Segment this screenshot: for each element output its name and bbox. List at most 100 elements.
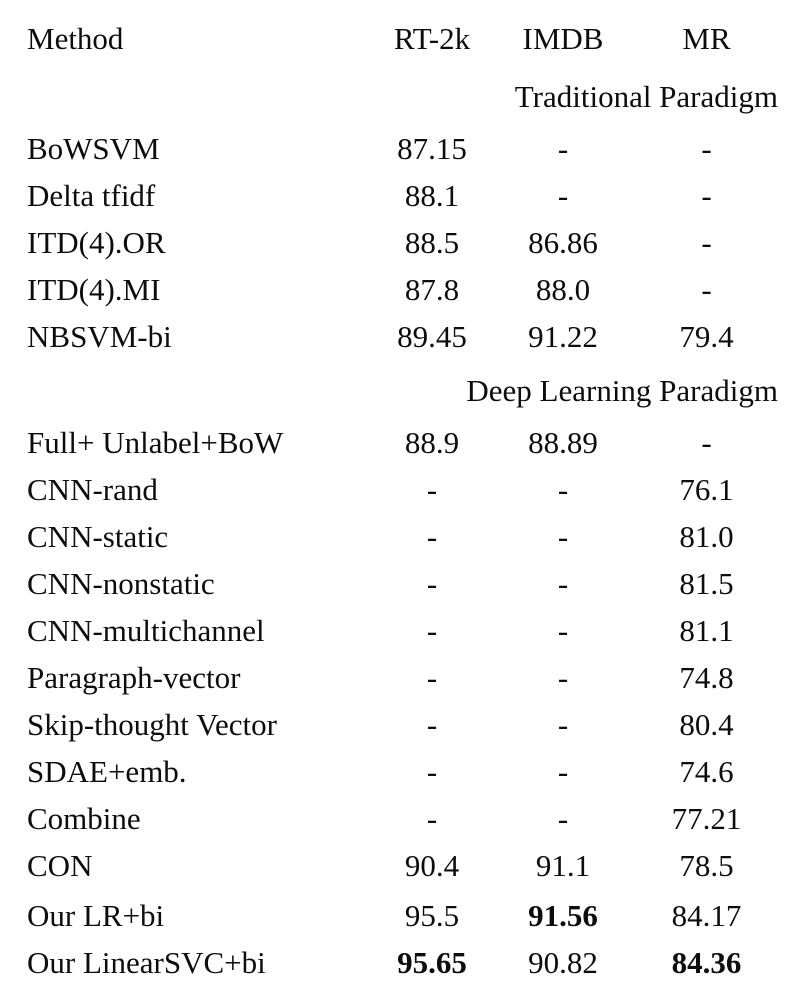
cell-rt2k: -: [371, 605, 493, 652]
section-caption: Traditional Paradigm: [514, 79, 778, 114]
cell-mr: 74.6: [633, 746, 780, 793]
cell-imdb: -: [493, 605, 633, 652]
missing-value: -: [701, 272, 712, 307]
cell-mr: 84.36: [633, 937, 780, 984]
cell-mr: 80.4: [633, 699, 780, 746]
metric-value: 91.22: [528, 319, 598, 354]
cell-rt2k: -: [371, 652, 493, 699]
metric-value: 88.1: [404, 178, 460, 213]
missing-value: -: [557, 178, 569, 213]
metric-value: 81.1: [679, 613, 734, 648]
table-row: CNN-static - - 81.0: [5, 511, 780, 558]
metric-value: 84.17: [671, 898, 742, 933]
table-row: ITD(4).OR 88.5 86.86 -: [5, 217, 780, 264]
cell-mr: 81.1: [633, 605, 780, 652]
missing-value: -: [557, 566, 569, 601]
metric-value: 81.5: [679, 566, 734, 601]
cell-method: NBSVM-bi: [27, 319, 172, 354]
cell-method: Paragraph-vector: [27, 660, 241, 695]
cell-mr: 79.4: [633, 311, 780, 358]
table-row: CNN-multichannel - - 81.1: [5, 605, 780, 652]
cell-imdb: -: [493, 746, 633, 793]
cell-rt2k: 95.65: [371, 937, 493, 984]
cell-rt2k: -: [371, 793, 493, 840]
cell-mr: 81.0: [633, 511, 780, 558]
column-header-mr: MR: [682, 21, 731, 56]
cell-mr: -: [633, 120, 780, 170]
cell-imdb: -: [493, 699, 633, 746]
metric-value: 80.4: [679, 707, 734, 742]
table-row: CON 90.4 91.1 78.5: [5, 840, 780, 887]
cell-method: Full+ Unlabel+BoW: [27, 425, 284, 460]
cell-method: SDAE+emb.: [27, 754, 187, 789]
cell-mr: -: [633, 217, 780, 264]
table-row: ITD(4).MI 87.8 88.0 -: [5, 264, 780, 311]
cell-imdb: -: [493, 120, 633, 170]
cell-method: CNN-rand: [27, 472, 158, 507]
cell-method: ITD(4).OR: [27, 225, 166, 260]
metric-value: 84.36: [671, 945, 742, 980]
metric-value: 90.82: [528, 945, 598, 980]
table-row: BoWSVM 87.15 - -: [5, 120, 780, 170]
metric-value: 87.8: [404, 272, 460, 307]
cell-rt2k: 88.5: [371, 217, 493, 264]
cell-imdb: -: [493, 170, 633, 217]
section-header-row: Traditional Paradigm: [5, 64, 780, 120]
cell-mr: 78.5: [633, 840, 780, 887]
column-header-rt2k: RT-2k: [393, 21, 471, 56]
missing-value: -: [557, 660, 569, 695]
metric-value: 78.5: [679, 848, 734, 883]
table-row: NBSVM-bi 89.45 91.22 79.4: [5, 311, 780, 358]
missing-value: -: [701, 425, 712, 460]
table-header-row: Method RT-2k IMDB MR: [5, 8, 780, 64]
missing-value: -: [426, 707, 438, 742]
table-row: Combine - - 77.21: [5, 793, 780, 840]
cell-method: CNN-nonstatic: [27, 566, 215, 601]
metric-value: 95.65: [397, 945, 467, 980]
metric-value: 86.86: [528, 225, 598, 260]
metric-value: 74.6: [679, 754, 734, 789]
cell-imdb: 91.56: [493, 887, 633, 937]
table-row: Skip-thought Vector - - 80.4: [5, 699, 780, 746]
table-row: Our LR+bi 95.5 91.56 84.17: [5, 887, 780, 937]
metric-value: 74.8: [679, 660, 734, 695]
missing-value: -: [557, 754, 569, 789]
metric-value: 76.1: [679, 472, 734, 507]
results-table: Method RT-2k IMDB MR Traditional Paradigm BoW…: [5, 8, 780, 984]
missing-value: -: [557, 472, 569, 507]
cell-rt2k: -: [371, 746, 493, 793]
missing-value: -: [426, 472, 438, 507]
cell-method: ITD(4).MI: [27, 272, 161, 307]
cell-method: CON: [27, 848, 93, 883]
section-spacer: [5, 64, 371, 120]
section-spacer: [5, 358, 371, 414]
missing-value: -: [426, 754, 438, 789]
section-caption: Deep Learning Paradigm: [466, 373, 778, 408]
cell-method: BoWSVM: [27, 131, 160, 166]
missing-value: -: [557, 801, 569, 836]
cell-mr: 77.21: [633, 793, 780, 840]
cell-rt2k: -: [371, 464, 493, 511]
metric-value: 91.1: [535, 848, 591, 883]
cell-rt2k: 87.8: [371, 264, 493, 311]
cell-mr: 76.1: [633, 464, 780, 511]
cell-imdb: 86.86: [493, 217, 633, 264]
cell-rt2k: 88.9: [371, 414, 493, 464]
column-header-method: Method: [27, 21, 124, 56]
cell-rt2k: -: [371, 558, 493, 605]
cell-method: Delta tfidf: [27, 178, 156, 213]
cell-rt2k: -: [371, 699, 493, 746]
cell-method: Our LR+bi: [27, 898, 165, 933]
metric-value: 77.21: [671, 801, 742, 836]
metric-value: 88.5: [404, 225, 460, 260]
missing-value: -: [426, 519, 438, 554]
cell-imdb: -: [493, 511, 633, 558]
cell-mr: 84.17: [633, 887, 780, 937]
cell-rt2k: 88.1: [371, 170, 493, 217]
column-header-imdb: IMDB: [522, 21, 604, 56]
table-body: Method RT-2k IMDB MR Traditional Paradigm BoW…: [5, 8, 780, 984]
table-row: Our LinearSVC+bi 95.65 90.82 84.36: [5, 937, 780, 984]
missing-value: -: [557, 131, 569, 166]
missing-value: -: [426, 660, 438, 695]
table-row: Full+ Unlabel+BoW 88.9 88.89 -: [5, 414, 780, 464]
